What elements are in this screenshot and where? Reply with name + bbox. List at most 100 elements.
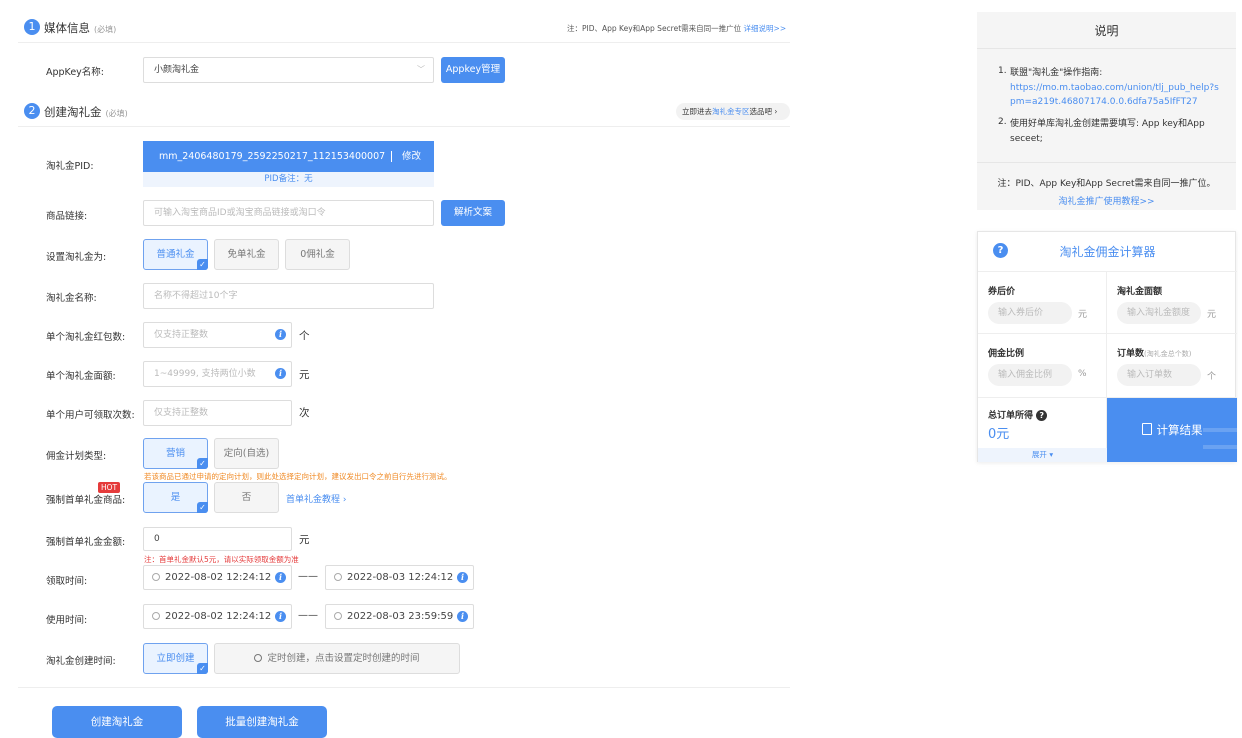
option-normal-gift[interactable]: 普通礼金 ✓	[143, 239, 208, 270]
check-icon: ✓	[197, 458, 208, 469]
appkey-select[interactable]: 小颜淘礼金 ﹀	[143, 57, 434, 83]
order-count-cell: 订单数(淘礼金总个数) 输入订单数 个	[1107, 334, 1237, 398]
order-count-label: 订单数(淘礼金总个数)	[1117, 349, 1192, 359]
divider	[977, 48, 1236, 49]
gift-amount-cell: 淘礼金面额 输入淘礼金额度 元	[1107, 271, 1237, 334]
first-amount-unit: 元	[299, 534, 310, 546]
use-end-input[interactable]: 2022-08-03 23:59:59	[325, 604, 474, 629]
info-icon[interactable]: i	[275, 329, 286, 340]
create-time-label: 淘礼金创建时间:	[46, 656, 116, 667]
required-hint: (必填)	[105, 109, 128, 118]
range-separator: ——	[298, 571, 318, 582]
promo-zone-link[interactable]: 立即进去淘礼金专区选品吧 ›	[676, 103, 790, 120]
pid-edit-button[interactable]: 修改	[402, 141, 421, 172]
pid-value: mm_2406480179_2592250217_112153400007	[159, 151, 386, 162]
pid-note: 注：PID、App Key和App Secret需来自同一推广位 详细说明>>	[567, 24, 787, 33]
info-icon[interactable]: i	[457, 572, 468, 583]
receive-end-input[interactable]: 2022-08-03 12:24:12	[325, 565, 474, 590]
amount-input[interactable]: 1~49999, 支持两位小数	[143, 361, 292, 387]
help-item-2-number: 2.	[998, 117, 1007, 127]
divider	[977, 162, 1236, 163]
detail-link[interactable]: 详细说明>>	[744, 24, 787, 33]
calculator-icon	[1141, 423, 1152, 435]
after-coupon-unit: 元	[1078, 310, 1088, 320]
pid-separator	[391, 151, 392, 162]
order-count-unit: 个	[1207, 372, 1217, 382]
option-no[interactable]: 否	[214, 482, 279, 513]
after-coupon-input[interactable]: 输入券后价	[988, 302, 1072, 324]
help-guide-link[interactable]: https://mo.m.taobao.com/union/tlj_pub_he…	[1010, 81, 1222, 110]
amount-label: 单个淘礼金面额:	[46, 371, 116, 382]
check-icon: ✓	[197, 663, 208, 674]
gift-amount-unit: 元	[1207, 310, 1217, 320]
user-limit-input[interactable]: 仅支持正整数	[143, 400, 292, 426]
commission-rate-cell: 佣金比例 输入佣金比例 %	[978, 334, 1107, 398]
use-start-input[interactable]: 2022-08-02 12:24:12	[143, 604, 292, 629]
range-separator: ——	[298, 610, 318, 621]
parse-button[interactable]: 解析文案	[441, 200, 505, 226]
section-1-number: 1	[24, 19, 40, 35]
gift-amount-input[interactable]: 输入淘礼金额度	[1117, 302, 1201, 324]
packet-count-unit: 个	[299, 330, 310, 342]
first-amount-label: 强制首单礼金金额:	[46, 537, 126, 548]
info-icon[interactable]: i	[275, 572, 286, 583]
option-yes[interactable]: 是 ✓	[143, 482, 208, 513]
appkey-label: AppKey名称:	[46, 67, 104, 78]
use-time-label: 使用时间:	[46, 615, 88, 626]
packet-count-input[interactable]: 仅支持正整数	[143, 322, 292, 348]
option-marketing[interactable]: 营销 ✓	[143, 438, 208, 469]
chevron-right-icon: ›	[774, 107, 778, 116]
order-count-input[interactable]: 输入订单数	[1117, 364, 1201, 386]
section-1-title: 媒体信息 (必填)	[44, 21, 117, 35]
option-targeted[interactable]: 定向(自选)	[214, 438, 279, 469]
total-value: 0元	[988, 427, 1010, 442]
help-panel: 说明 1. 联盟"淘礼金"操作指南: https://mo.m.taobao.c…	[977, 12, 1236, 210]
option-scheduled-create[interactable]: 定时创建，点击设置定时创建的时间	[214, 643, 460, 674]
check-icon: ✓	[197, 259, 208, 270]
plan-type-label: 佣金计划类型:	[46, 451, 107, 462]
check-icon: ✓	[197, 502, 208, 513]
appkey-manage-button[interactable]: Appkey管理	[441, 57, 505, 83]
option-zero-commission[interactable]: 0佣礼金	[285, 239, 350, 270]
first-order-tutorial-link[interactable]: 首单礼金教程 ›	[286, 492, 347, 505]
after-coupon-cell: 券后价 输入券后价 元	[978, 271, 1107, 334]
option-free-gift[interactable]: 免单礼金	[214, 239, 279, 270]
help-note: 注：PID、App Key和App Secret需来自同一推广位。	[997, 179, 1216, 189]
create-button[interactable]: 创建淘礼金	[52, 706, 182, 738]
name-input[interactable]: 名称不得超过10个字	[143, 283, 434, 309]
chevron-down-icon: ﹀	[417, 65, 425, 74]
commission-calculator: ? 淘礼金佣金计算器 券后价 输入券后价 元 淘礼金面额 输入淘礼金额度 元 佣…	[977, 231, 1237, 462]
gift-amount-label: 淘礼金面额	[1117, 287, 1163, 297]
expand-toggle[interactable]: 展开 ▾	[978, 448, 1107, 462]
question-icon[interactable]: ?	[1036, 410, 1048, 421]
info-icon[interactable]: i	[275, 368, 286, 379]
help-tutorial-link[interactable]: 淘礼金推广使用教程>>	[977, 194, 1236, 207]
receive-start-input[interactable]: 2022-08-02 12:24:12	[143, 565, 292, 590]
commission-rate-unit: %	[1078, 369, 1087, 379]
divider	[18, 42, 790, 43]
required-hint: (必填)	[94, 25, 117, 34]
product-link-label: 商品链接:	[46, 211, 88, 222]
info-icon[interactable]: i	[457, 611, 468, 622]
first-order-label: 强制首单礼金商品:	[46, 495, 126, 506]
option-create-now[interactable]: 立即创建 ✓	[143, 643, 208, 674]
first-amount-note: 注：首单礼金默认5元，请以实际领取金额为准	[144, 555, 299, 564]
calculator-title: 淘礼金佣金计算器	[1059, 245, 1156, 259]
info-icon[interactable]: i	[275, 611, 286, 622]
product-link-input[interactable]: 可输入淘宝商品ID或淘宝商品链接或淘口令	[143, 200, 434, 226]
after-coupon-label: 券后价	[988, 287, 1016, 297]
user-limit-unit: 次	[299, 407, 310, 419]
pid-box: mm_2406480179_2592250217_112153400007 修改	[143, 141, 434, 172]
calculate-button[interactable]: 计算结果	[1107, 398, 1237, 462]
amount-unit: 元	[299, 369, 310, 381]
clock-icon	[334, 612, 342, 620]
commission-rate-input[interactable]: 输入佣金比例	[988, 364, 1072, 386]
decor-stripe	[1203, 445, 1237, 449]
first-amount-input[interactable]: 0	[143, 527, 292, 551]
batch-create-button[interactable]: 批量创建淘礼金	[197, 706, 327, 738]
packet-count-label: 单个淘礼金红包数:	[46, 332, 126, 343]
clock-icon	[152, 612, 160, 620]
divider	[18, 126, 790, 127]
total-label: 总订单所得 ?	[988, 408, 1048, 421]
chevron-right-icon: ›	[342, 495, 347, 505]
